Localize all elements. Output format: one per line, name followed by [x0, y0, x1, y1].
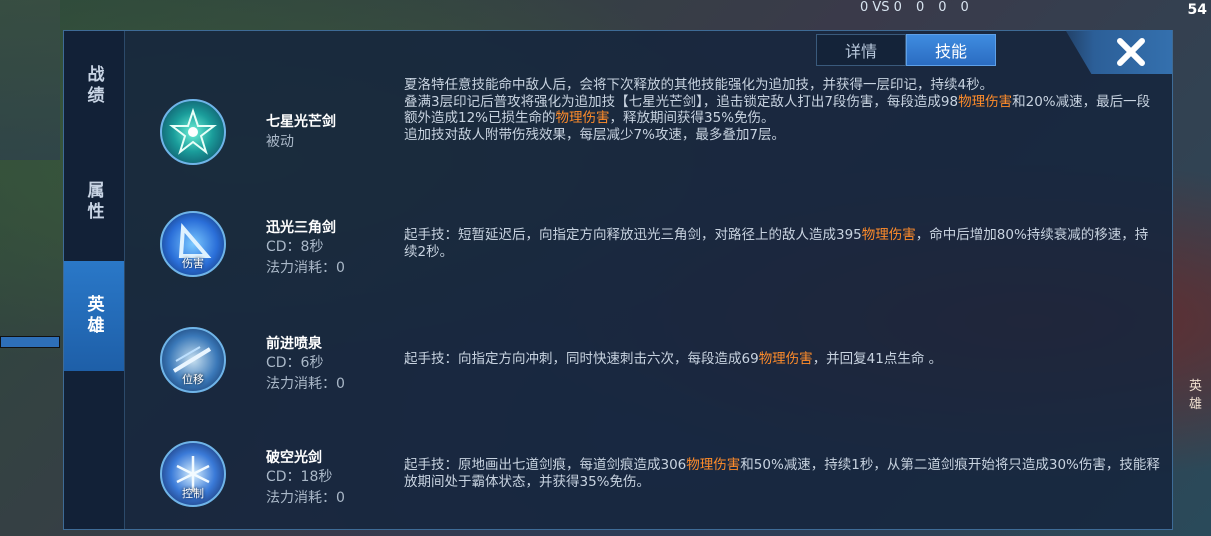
minimap[interactable]	[0, 0, 60, 160]
sky-break-sword-icon[interactable]: 控制	[160, 441, 226, 507]
sidebar-tab-hero[interactable]: 英雄	[64, 261, 124, 371]
skill-name: 破空光剑	[266, 450, 322, 466]
skill-type: 被动	[266, 134, 294, 150]
sidebar-tab-record[interactable]: 战绩	[64, 31, 124, 141]
desc-text: 起手技：向指定方向冲刺，同时快速刺击六次，每段造成69	[404, 351, 759, 367]
physical-damage-keyword: 物理伤害	[958, 93, 1013, 110]
skill-description: 起手技：向指定方向冲刺，同时快速刺击六次，每段造成69物理伤害，并回复41点生命…	[404, 351, 1160, 368]
sidebar-tab-attributes[interactable]: 属性	[64, 147, 124, 257]
corner-counter: 54	[1187, 2, 1207, 18]
top-tab-bar: 详情 技能	[816, 34, 996, 66]
mana-cost: 法力消耗：0	[266, 376, 345, 392]
skill-name: 七星光芒剑	[266, 114, 336, 130]
cooldown: CD：8秒	[266, 239, 324, 255]
panel-sidebar: 战绩 属性 英雄	[64, 31, 125, 529]
icon-tag-label: 控制	[182, 487, 204, 500]
close-button[interactable]	[1065, 30, 1172, 74]
desc-line: 叠满3层印记后普攻将强化为追加技【七星光芒剑】，追击锁定敌人打出7段伤害，每段造…	[404, 94, 1160, 127]
desc-line: 追加技对敌人附带伤残效果，每层减少7%攻速，最多叠加7层。	[404, 126, 786, 143]
desc-text: 叠满3层印记后普攻将强化为追加技【七星光芒剑】，追击锁定敌人打出7段伤害，每段造…	[404, 93, 959, 110]
skill-meta: CD：8秒 法力消耗：0	[266, 237, 345, 279]
skill-description: 夏洛特任意技能命中敌人后，会将下次释放的其他技能强化为追加技，并获得一层印记，持…	[404, 77, 1160, 143]
close-icon	[1117, 38, 1145, 66]
skill-name: 前进喷泉	[266, 336, 322, 352]
star-sword-icon[interactable]	[160, 99, 226, 165]
deaths-count: 0	[938, 0, 947, 15]
hero-side-label[interactable]: 英雄	[1189, 378, 1205, 414]
skill-info-panel: 战绩 属性 英雄 详情 技能 七星光芒剑 被动 夏洛特任意技能命中敌人后，会将下…	[63, 30, 1173, 530]
physical-damage-keyword: 物理伤害	[861, 227, 916, 243]
hero-health-bar	[0, 336, 60, 348]
tab-skills[interactable]: 技能	[906, 34, 996, 66]
mana-cost: 法力消耗：0	[266, 490, 345, 506]
cooldown: CD：18秒	[266, 469, 333, 485]
icon-tag-label: 伤害	[182, 257, 204, 270]
physical-damage-keyword: 物理伤害	[758, 351, 813, 367]
kills-count: 0	[915, 0, 925, 15]
skill-meta: CD：6秒 法力消耗：0	[266, 353, 345, 395]
vs-score: 0 VS 0	[860, 0, 902, 15]
physical-damage-keyword: 物理伤害	[686, 457, 741, 473]
icon-tag-label: 位移	[182, 373, 204, 386]
cooldown: CD：6秒	[266, 355, 324, 371]
assists-count: 0	[960, 0, 969, 15]
tab-details[interactable]: 详情	[816, 34, 906, 66]
skill-name: 迅光三角剑	[266, 220, 336, 236]
desc-text: 起手技：短暂延迟后，向指定方向释放迅光三角剑，对路径上的敌人造成395	[404, 227, 862, 243]
star-glyph-icon	[169, 108, 217, 155]
physical-damage-keyword: 物理伤害	[555, 110, 610, 126]
desc-text: ，并回复41点生命 。	[812, 351, 943, 367]
skill-description: 起手技：原地画出七道剑痕，每道剑痕造成306物理伤害和50%减速，持续1秒，从第…	[404, 457, 1160, 490]
dash-thrust-icon[interactable]: 位移	[160, 327, 226, 393]
desc-line: 夏洛特任意技能命中敌人后，会将下次释放的其他技能强化为追加技，并获得一层印记，持…	[404, 77, 994, 93]
skill-description: 起手技：短暂延迟后，向指定方向释放迅光三角剑，对路径上的敌人造成395物理伤害，…	[404, 227, 1160, 260]
desc-text: ，释放期间获得35%免伤。	[609, 110, 775, 126]
mana-cost: 法力消耗：0	[266, 260, 345, 276]
scoreboard: 0 VS 0 0 0 0	[860, 0, 969, 15]
desc-text: 起手技：原地画出七道剑痕，每道剑痕造成306	[404, 457, 687, 473]
skill-meta: CD：18秒 法力消耗：0	[266, 467, 345, 509]
triangle-sword-icon[interactable]: 伤害	[160, 211, 226, 277]
